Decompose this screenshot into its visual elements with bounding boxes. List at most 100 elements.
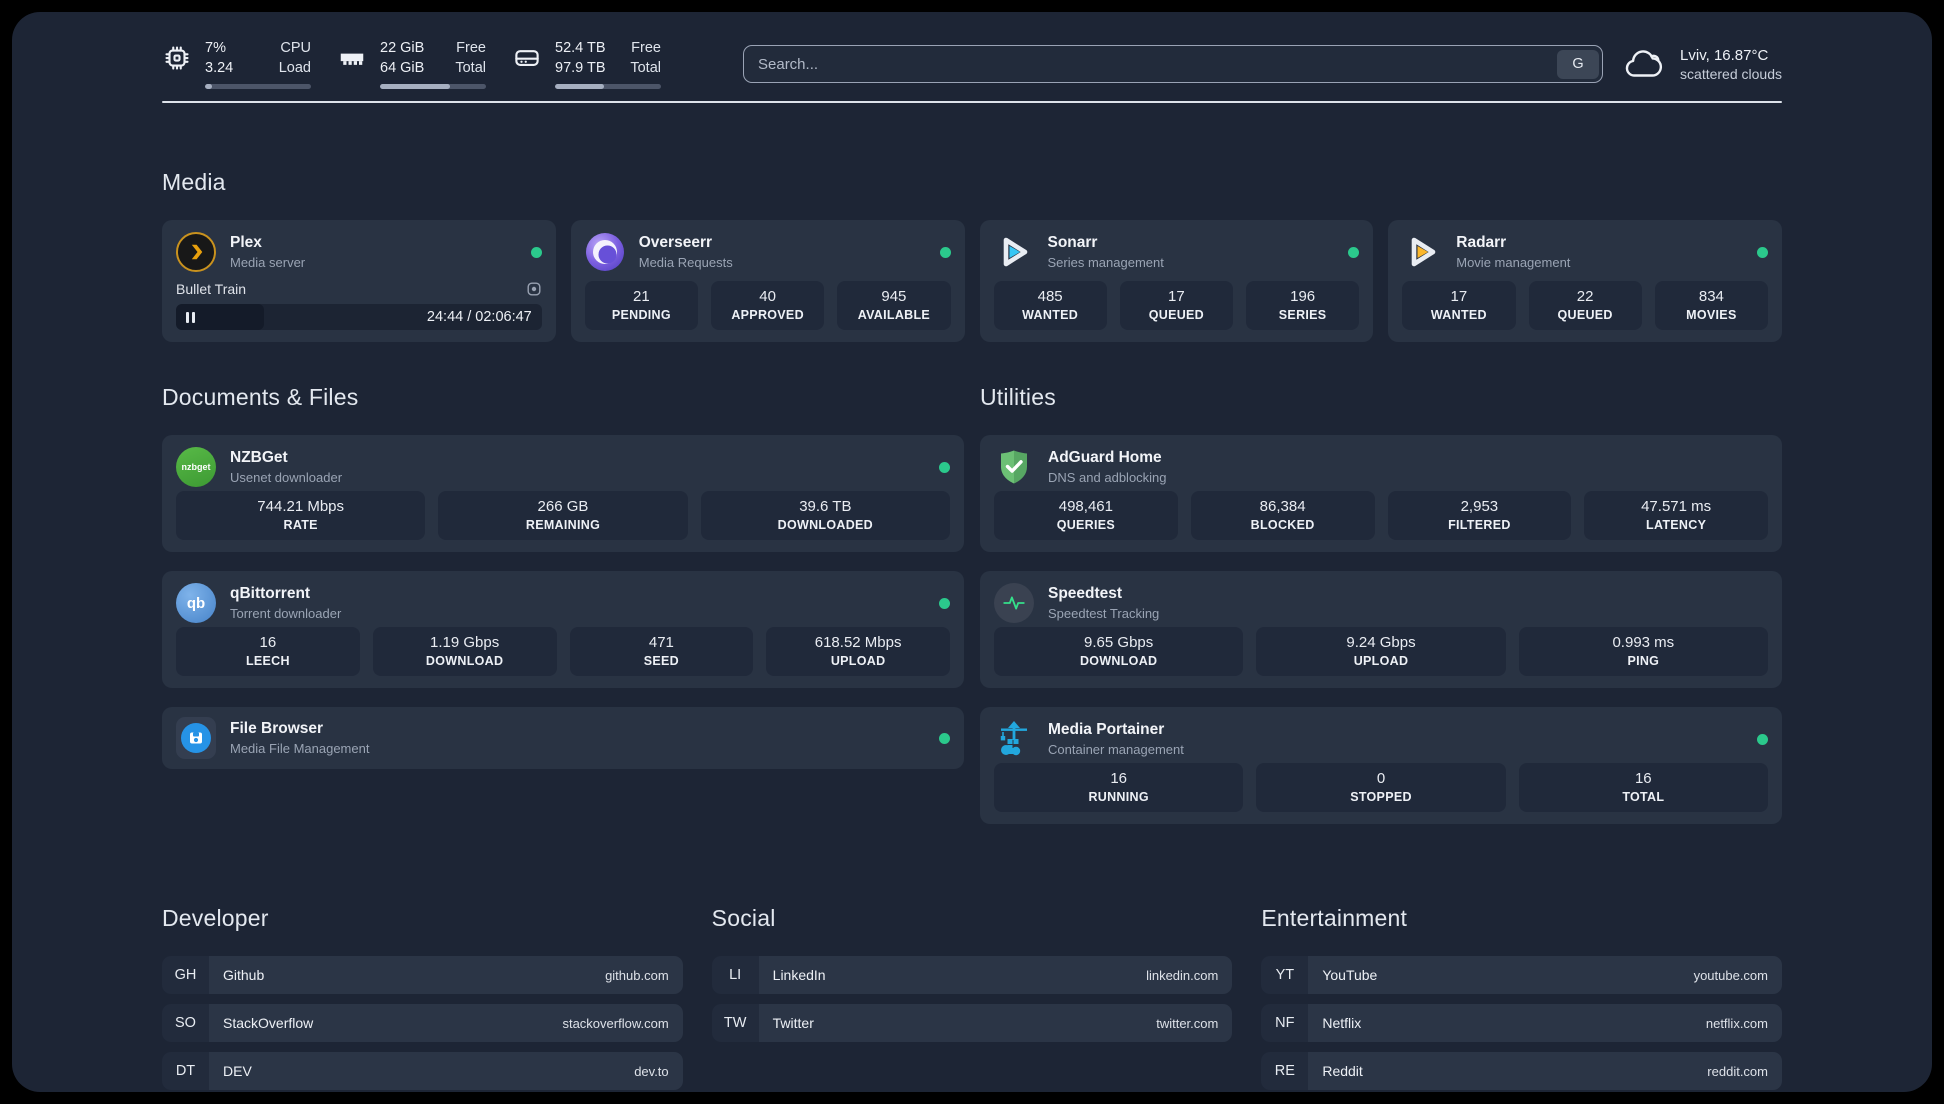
weather-condition: scattered clouds bbox=[1680, 65, 1782, 82]
nzbget-icon: nzbget bbox=[176, 447, 216, 487]
now-playing-title: Bullet Train bbox=[176, 281, 247, 297]
service-card-qbittorrent[interactable]: qb qBittorrent Torrent downloader 16 LEEC… bbox=[162, 571, 964, 688]
service-card-portainer[interactable]: Media Portainer Container management 16 R… bbox=[980, 707, 1782, 824]
memory-total-value: 64 GiB bbox=[380, 60, 425, 76]
stat-box: 744.21 Mbps RATE bbox=[176, 491, 426, 540]
now-playing-bar: 24:44 / 02:06:47 bbox=[176, 304, 542, 330]
disk-total-value: 97.9 TB bbox=[555, 60, 606, 76]
top-bar: 7% 3.24 CPU Load 22 GiB 64 GiB Free Tota… bbox=[162, 38, 1782, 90]
stat-box: 618.52 Mbps UPLOAD bbox=[766, 627, 950, 676]
bookmark-abbr: YT bbox=[1261, 956, 1309, 994]
plex-icon bbox=[176, 232, 216, 272]
radarr-icon bbox=[1402, 232, 1442, 272]
cpu-load-label: Load bbox=[278, 60, 311, 76]
bookmark-group-entertainment: Entertainment YT YouTube youtube.com NF … bbox=[1261, 905, 1782, 1092]
memory-free-value: 22 GiB bbox=[380, 40, 425, 57]
bookmark-url: linkedin.com bbox=[1146, 967, 1219, 983]
search-input[interactable] bbox=[747, 55, 1558, 73]
cpu-load-value: 3.24 bbox=[205, 60, 234, 76]
bookmark-github[interactable]: GH Github github.com bbox=[162, 956, 683, 994]
stat-box: 485 WANTED bbox=[993, 281, 1107, 330]
bookmark-name: Netflix bbox=[1322, 1015, 1362, 1031]
status-dot bbox=[1757, 733, 1768, 745]
disk-free-value: 52.4 TB bbox=[555, 40, 606, 57]
bookmark-url: youtube.com bbox=[1693, 967, 1768, 983]
bookmark-url: reddit.com bbox=[1707, 1063, 1768, 1079]
status-dot bbox=[939, 461, 950, 473]
bookmark-name: StackOverflow bbox=[223, 1015, 314, 1031]
bookmark-stackoverflow[interactable]: SO StackOverflow stackoverflow.com bbox=[162, 1004, 683, 1042]
bookmark-abbr: GH bbox=[162, 956, 209, 994]
stat-box: 40 APPROVED bbox=[711, 281, 825, 330]
portainer-icon bbox=[994, 719, 1034, 759]
service-name: Plex bbox=[230, 234, 262, 251]
cpu-usage-value: 7% bbox=[205, 40, 226, 57]
bookmark-abbr: TW bbox=[711, 1004, 759, 1042]
stat-box: 2,953 FILTERED bbox=[1387, 491, 1572, 540]
memory-widget: 22 GiB 64 GiB Free Total bbox=[337, 39, 486, 89]
adguard-icon bbox=[994, 447, 1034, 487]
weather-widget[interactable]: Lviv, 16.87°C scattered clouds bbox=[1621, 46, 1782, 82]
bookmark-twitter[interactable]: TW Twitter twitter.com bbox=[711, 1004, 1233, 1042]
section-title-entertainment: Entertainment bbox=[1261, 905, 1408, 931]
bookmark-youtube[interactable]: YT YouTube youtube.com bbox=[1261, 956, 1782, 994]
stat-box: 471 SEED bbox=[569, 627, 754, 676]
service-card-sonarr[interactable]: Sonarr Series management 485 WANTED 17 QUE… bbox=[979, 220, 1374, 342]
bookmark-linkedin[interactable]: LI LinkedIn linkedin.com bbox=[711, 956, 1233, 994]
bookmark-name: DEV bbox=[223, 1063, 252, 1079]
service-description: Usenet downloader bbox=[230, 470, 343, 485]
service-card-adguard[interactable]: AdGuard Home DNS and adblocking 498,461 Q… bbox=[980, 435, 1782, 552]
cpu-progress-bar bbox=[205, 83, 311, 89]
bookmark-netflix[interactable]: NF Netflix netflix.com bbox=[1261, 1004, 1782, 1042]
service-name: AdGuard Home bbox=[1048, 449, 1162, 466]
service-card-filebrowser[interactable]: File Browser Media File Management bbox=[162, 707, 964, 769]
service-name: NZBGet bbox=[230, 449, 288, 466]
stat-box: 9.24 Gbps UPLOAD bbox=[1256, 627, 1506, 676]
bookmark-dev[interactable]: DT DEV dev.to bbox=[162, 1052, 683, 1090]
service-card-speedtest[interactable]: Speedtest Speedtest Tracking 9.65 Gbps DO… bbox=[980, 571, 1782, 688]
disk-widget: 52.4 TB 97.9 TB Free Total bbox=[512, 39, 661, 89]
service-name: Radarr bbox=[1456, 234, 1507, 251]
disk-progress-bar bbox=[555, 83, 661, 89]
stat-box: 22 QUEUED bbox=[1528, 281, 1642, 330]
cpu-widget: 7% 3.24 CPU Load bbox=[162, 39, 311, 89]
cpu-label: CPU bbox=[280, 40, 311, 57]
weather-location: Lviv, 16.87°C bbox=[1680, 46, 1769, 64]
service-card-plex[interactable]: Plex Media server Bullet Train 24:44 / 0… bbox=[162, 220, 556, 342]
disk-total-label: Total bbox=[630, 60, 661, 76]
speedtest-icon bbox=[994, 583, 1034, 623]
memory-free-label: Free bbox=[456, 40, 486, 57]
stat-box: 21 PENDING bbox=[584, 281, 698, 330]
service-description: Container management bbox=[1048, 742, 1184, 757]
service-name: qBittorrent bbox=[230, 585, 311, 602]
service-description: Media Requests bbox=[638, 255, 733, 270]
service-description: Media File Management bbox=[230, 741, 370, 756]
stat-box: 498,461 QUERIES bbox=[994, 491, 1178, 540]
service-name: Overseerr bbox=[638, 234, 713, 251]
search-engine-button[interactable]: G bbox=[1557, 49, 1600, 79]
header-divider bbox=[162, 101, 1782, 103]
memory-icon bbox=[340, 54, 364, 66]
section-title-documents: Documents & Files bbox=[162, 384, 359, 410]
stat-box: 17 QUEUED bbox=[1119, 281, 1233, 330]
status-dot bbox=[939, 597, 950, 609]
playback-progress bbox=[176, 304, 264, 330]
bookmark-group-developer: Developer GH Github github.com SO StackO… bbox=[162, 905, 683, 1092]
pause-icon bbox=[186, 311, 195, 323]
cloud-icon bbox=[1625, 50, 1663, 77]
service-description: Media server bbox=[230, 255, 306, 270]
stat-box: 16 RUNNING bbox=[994, 763, 1244, 812]
qbittorrent-icon: qb bbox=[176, 583, 216, 623]
disk-free-label: Free bbox=[631, 40, 661, 57]
bookmark-abbr: RE bbox=[1261, 1052, 1309, 1090]
bookmark-abbr: NF bbox=[1261, 1004, 1309, 1042]
bookmark-name: Github bbox=[223, 967, 265, 983]
service-card-nzbget[interactable]: nzbget NZBGet Usenet downloader 744.21 M… bbox=[162, 435, 964, 552]
service-card-radarr[interactable]: Radarr Movie management 17 WANTED 22 QUEUE… bbox=[1388, 220, 1782, 342]
bookmark-name: Reddit bbox=[1322, 1063, 1363, 1079]
service-card-overseerr[interactable]: Overseerr Media Requests 21 PENDING 40 APP… bbox=[570, 220, 965, 342]
bookmark-url: stackoverflow.com bbox=[562, 1015, 669, 1031]
now-playing-settings-icon[interactable] bbox=[526, 281, 542, 297]
bookmark-reddit[interactable]: RE Reddit reddit.com bbox=[1261, 1052, 1782, 1090]
stat-box: 47.571 ms LATENCY bbox=[1584, 491, 1768, 540]
